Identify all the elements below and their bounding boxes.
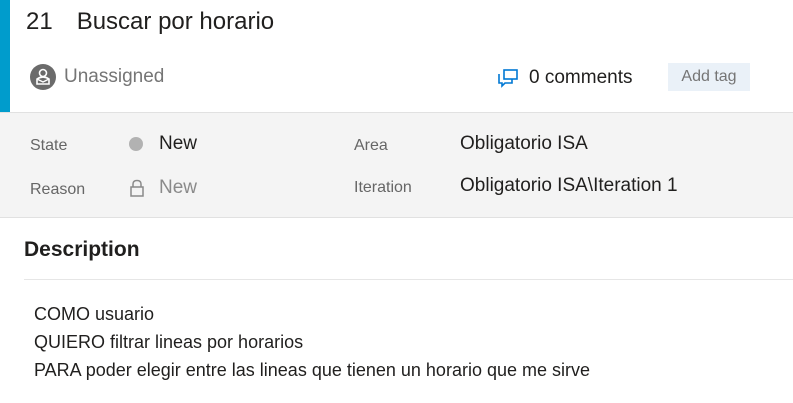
state-field[interactable]: New	[129, 133, 197, 155]
reason-field: New	[129, 177, 197, 199]
state-dot-icon	[129, 137, 143, 151]
work-item-header: 21 Buscar por horario Unassigned 0 comme…	[10, 0, 793, 112]
work-item-title[interactable]: Buscar por horario	[77, 8, 274, 36]
description-line: QUIERO filtrar lineas por horarios	[34, 332, 304, 352]
title-row: 21 Buscar por horario	[26, 8, 274, 36]
description-heading: Description	[24, 238, 140, 261]
iteration-value: Obligatorio ISA\Iteration 1	[460, 175, 678, 196]
lock-icon	[129, 179, 145, 197]
iteration-label: Iteration	[354, 179, 412, 196]
add-tag-button[interactable]: Add tag	[668, 63, 750, 91]
comments-icon	[497, 68, 519, 88]
description-divider	[24, 279, 793, 280]
description-line: PARA poder elegir entre las lineas que t…	[34, 360, 590, 380]
description-editor[interactable]: COMO usuario QUIERO filtrar lineas por h…	[34, 300, 590, 384]
work-item-type-color-bar	[0, 0, 10, 112]
reason-label: Reason	[30, 181, 86, 198]
comments-link[interactable]: 0 comments	[497, 67, 632, 89]
area-label: Area	[354, 137, 388, 154]
iteration-field[interactable]: Obligatorio ISA\Iteration 1	[460, 175, 678, 197]
state-value: New	[159, 133, 198, 154]
area-field[interactable]: Obligatorio ISA	[460, 133, 588, 155]
work-item-form: 21 Buscar por horario Unassigned 0 comme…	[0, 0, 793, 403]
description-line: COMO usuario	[34, 304, 155, 324]
person-icon	[30, 64, 56, 90]
assigned-to-control[interactable]: Unassigned	[30, 64, 164, 90]
comments-count-label: 0 comments	[529, 67, 633, 88]
work-item-id: 21	[26, 8, 53, 35]
state-label: State	[30, 137, 68, 154]
reason-value: New	[159, 177, 198, 198]
assigned-to-label: Unassigned	[64, 66, 165, 87]
area-value: Obligatorio ISA	[460, 133, 588, 154]
fields-panel: State New Reason New Area Obligatorio IS…	[0, 112, 793, 218]
